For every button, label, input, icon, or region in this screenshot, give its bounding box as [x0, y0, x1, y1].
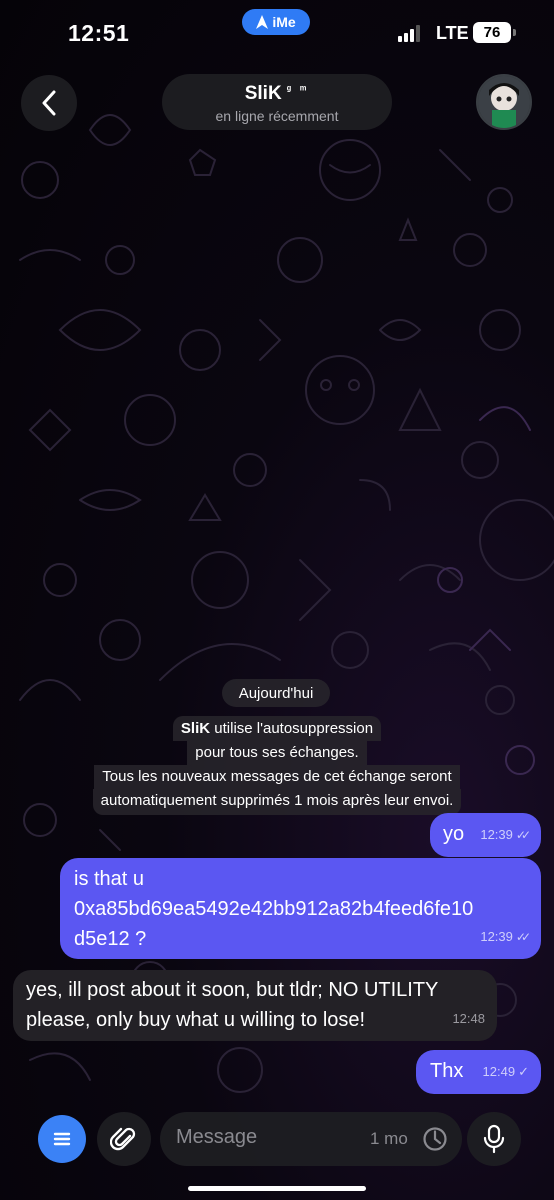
network-type: LTE — [436, 23, 469, 43]
message-bubble-outgoing[interactable]: yo 12:39 ✓✓ — [430, 813, 541, 857]
chevron-left-icon — [42, 90, 56, 116]
menu-button[interactable] — [38, 1115, 86, 1163]
message-text: Thx — [430, 1060, 464, 1082]
home-indicator — [188, 1186, 366, 1191]
status-time: 12:51 — [68, 20, 130, 46]
message-bubble-incoming[interactable]: yes, ill post about it soon, but tldr; N… — [13, 970, 497, 1041]
paperclip-icon — [110, 1127, 136, 1151]
ime-badge[interactable]: iMe — [242, 9, 310, 35]
message-text: yo — [443, 823, 465, 845]
message-bubble-outgoing[interactable]: is that u 0xa85bd69ea5492e42bb912a82b4fe… — [60, 858, 541, 959]
chat-title[interactable]: SliK ᵍ ᵐ en ligne récemment — [162, 74, 392, 130]
message-input[interactable]: Message 1 mo — [160, 1112, 462, 1166]
contact-status: en ligne récemment — [215, 108, 339, 124]
battery-icon: 76 — [473, 22, 511, 43]
message-time: 12:39 — [480, 929, 513, 944]
signal-icon — [398, 24, 420, 42]
message-text: is that u 0xa85bd69ea5492e42bb912a82b4fe… — [74, 868, 474, 950]
ime-badge-label: iMe — [272, 14, 296, 30]
message-time: 12:48 — [452, 1011, 485, 1026]
microphone-icon — [483, 1124, 505, 1154]
double-check-icon: ✓✓ — [515, 930, 531, 944]
message-placeholder: Message — [176, 1126, 258, 1148]
auto-delete-timer-label: 1 mo — [370, 1129, 408, 1148]
status-bar: 12:51 iMe LTE 76 — [0, 0, 554, 66]
notice-line4: automatiquement supprimés 1 mois après l… — [92, 789, 462, 815]
notice-line3: Tous les nouveaux messages de cet échang… — [94, 765, 460, 789]
attach-button[interactable] — [97, 1112, 151, 1166]
auto-delete-timer-icon[interactable] — [422, 1126, 448, 1152]
message-time: 12:49 — [482, 1064, 516, 1079]
auto-delete-notice: SliK utilise l'autosuppression pour tous… — [0, 716, 554, 815]
double-check-icon: ✓✓ — [515, 828, 531, 842]
message-time: 12:39 — [480, 827, 513, 842]
ime-logo-icon — [256, 15, 269, 29]
notice-name: SliK — [180, 720, 211, 737]
notice-line2: pour tous ses échanges. — [187, 741, 367, 765]
message-text: yes, ill post about it soon, but tldr; N… — [26, 979, 439, 1031]
menu-icon — [53, 1132, 71, 1146]
date-separator: Aujourd'hui — [222, 679, 330, 707]
avatar[interactable] — [476, 74, 532, 130]
battery-tip — [513, 29, 516, 36]
contact-name-suffix: ᵍ ᵐ — [286, 84, 310, 96]
notice-line1: utilise l'autosuppression — [210, 720, 374, 737]
check-icon: ✓ — [518, 1064, 529, 1079]
message-bubble-outgoing[interactable]: Thx 12:49 ✓ — [416, 1050, 541, 1094]
contact-name: SliK — [244, 83, 282, 104]
back-button[interactable] — [21, 75, 77, 131]
microphone-button[interactable] — [467, 1112, 521, 1166]
